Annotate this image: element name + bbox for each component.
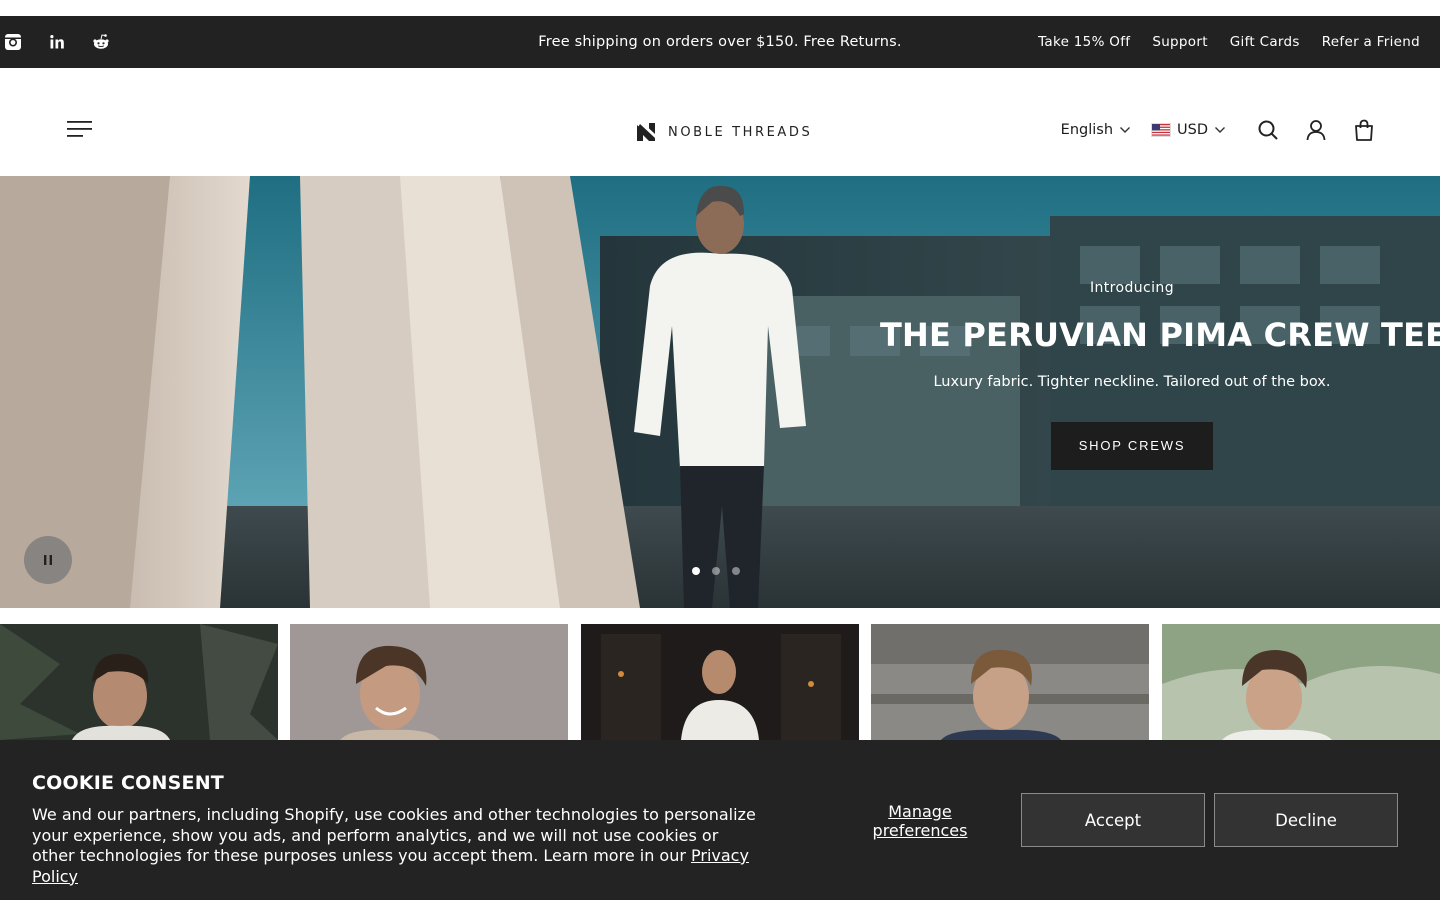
model-tile-1[interactable]	[0, 624, 278, 740]
linkedin-icon[interactable]	[48, 33, 66, 51]
decline-button[interactable]: Decline	[1214, 793, 1398, 847]
language-selector[interactable]: English	[1061, 122, 1131, 138]
chevron-down-icon	[1120, 127, 1131, 133]
currency-label: USD	[1177, 122, 1208, 138]
model-tile-3[interactable]	[581, 624, 859, 740]
reddit-icon[interactable]	[92, 33, 110, 51]
cart-icon[interactable]	[1352, 118, 1376, 142]
site-header: NOBLE THREADS English USD	[0, 68, 1440, 176]
chevron-down-icon	[1215, 127, 1225, 133]
slide-dot-1[interactable]	[692, 567, 700, 575]
menu-icon[interactable]	[66, 118, 94, 140]
logo-mark-icon	[637, 123, 655, 141]
hero-headline: THE PERUVIAN PIMA CREW TEE	[880, 316, 1440, 354]
logo-text: NOBLE THREADS	[668, 124, 813, 140]
hero-subline: Luxury fabric. Tighter neckline. Tailore…	[933, 374, 1331, 390]
take-15-off-link[interactable]: Take 15% Off	[1038, 34, 1130, 50]
model-tile-4[interactable]	[871, 624, 1149, 740]
slide-dot-3[interactable]	[732, 567, 740, 575]
slide-dots	[692, 567, 740, 575]
hero-eyebrow: Introducing	[1089, 280, 1174, 296]
hero-copy: Introducing THE PERUVIAN PIMA CREW TEE L…	[880, 280, 1440, 470]
hero-slideshow: Introducing THE PERUVIAN PIMA CREW TEE L…	[0, 176, 1440, 608]
header-actions: English USD	[1061, 116, 1376, 144]
support-link[interactable]: Support	[1152, 34, 1207, 50]
refer-a-friend-link[interactable]: Refer a Friend	[1322, 34, 1420, 50]
social-links	[4, 16, 110, 68]
cookie-title: COOKIE CONSENT	[32, 772, 224, 794]
currency-selector[interactable]: USD	[1151, 122, 1226, 138]
page: Free shipping on orders over $150. Free …	[0, 0, 1440, 900]
account-icon[interactable]	[1304, 118, 1328, 142]
search-icon[interactable]	[1256, 118, 1280, 142]
us-flag-icon	[1151, 123, 1172, 137]
gift-cards-link[interactable]: Gift Cards	[1230, 34, 1300, 50]
instagram-icon[interactable]	[4, 33, 22, 51]
manage-preferences-link[interactable]: Manage preferences	[860, 802, 980, 840]
pause-button[interactable]	[24, 536, 72, 584]
language-label: English	[1060, 122, 1114, 138]
accept-button[interactable]: Accept	[1021, 793, 1205, 847]
announcement-bar: Free shipping on orders over $150. Free …	[0, 16, 1440, 68]
slide-dot-2[interactable]	[712, 567, 720, 575]
site-logo[interactable]: NOBLE THREADS	[636, 122, 812, 142]
model-tiles	[0, 624, 1440, 740]
model-tile-2[interactable]	[290, 624, 568, 740]
shop-crews-button[interactable]: SHOP CREWS	[1051, 422, 1213, 470]
cookie-consent-banner: COOKIE CONSENT We and our partners, incl…	[0, 740, 1440, 900]
cookie-body: We and our partners, including Shopify, …	[32, 805, 762, 887]
model-tile-5[interactable]	[1162, 624, 1440, 740]
utility-links: Take 15% Off Support Gift Cards Refer a …	[1038, 16, 1420, 68]
cookie-text: We and our partners, including Shopify, …	[32, 805, 756, 865]
pause-icon	[44, 555, 52, 565]
